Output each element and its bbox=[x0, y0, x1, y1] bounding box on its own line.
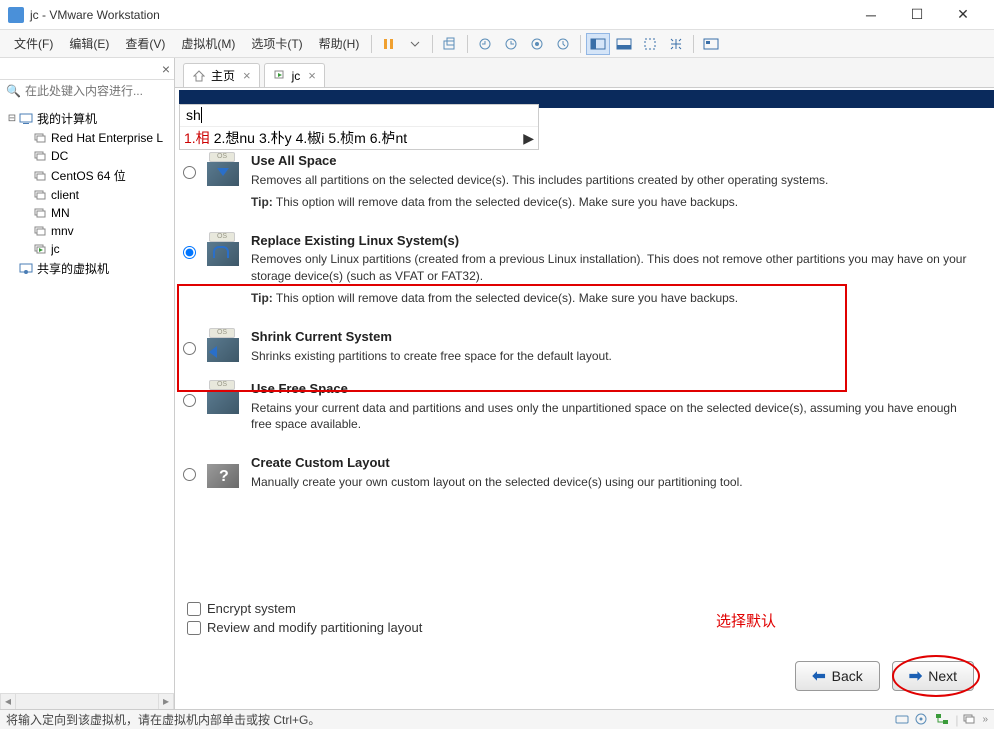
toolbar-thumbnail-button[interactable] bbox=[699, 33, 723, 55]
sidebar-close-icon[interactable]: × bbox=[162, 61, 170, 77]
option-replace-linux[interactable]: OS Replace Existing Linux System(s) Remo… bbox=[183, 228, 986, 324]
use-all-space-icon: OS bbox=[203, 152, 247, 190]
menu-vm[interactable]: 虚拟机(M) bbox=[173, 31, 243, 56]
option-create-custom[interactable]: ? Create Custom Layout Manually create y… bbox=[183, 450, 986, 510]
ime-candidate-window: sh 1.相 2.想nu 3.朴y 4.椒i 5.桢m 6.栌nt ▶ bbox=[179, 104, 539, 150]
tab-jc[interactable]: jc × bbox=[264, 63, 325, 87]
vm-icon bbox=[32, 188, 48, 202]
shared-icon bbox=[18, 262, 34, 276]
statusbar: 将输入定向到该虚拟机，请在虚拟机内部单击或按 Ctrl+G。 | » bbox=[0, 709, 994, 729]
radio-replace-linux[interactable] bbox=[183, 246, 196, 259]
library-sidebar: × 🔍 ▾ ⊟ 我的计算机 Red Hat Enterprise L DC Ce… bbox=[0, 58, 175, 709]
status-input-icon[interactable] bbox=[962, 713, 978, 727]
tree-vm-dc[interactable]: DC bbox=[2, 147, 172, 165]
ime-next-page-icon[interactable]: ▶ bbox=[523, 130, 534, 147]
tree-vm-mn[interactable]: MN bbox=[2, 204, 172, 222]
toolbar-manage-button[interactable] bbox=[525, 33, 549, 55]
option-use-all-space[interactable]: OS Use All Space Removes all partitions … bbox=[183, 148, 986, 228]
toolbar-fullscreen-button[interactable] bbox=[612, 33, 636, 55]
ime-candidates[interactable]: 1.相 2.想nu 3.朴y 4.椒i 5.桢m 6.栌nt ▶ bbox=[180, 127, 538, 149]
toolbar-clock-button[interactable] bbox=[551, 33, 575, 55]
menubar: 文件(F) 编辑(E) 查看(V) 虚拟机(M) 选项卡(T) 帮助(H) bbox=[0, 30, 994, 58]
computer-icon bbox=[18, 112, 34, 126]
toolbar-dropdown-button[interactable] bbox=[403, 33, 427, 55]
home-icon bbox=[192, 69, 206, 83]
toolbar-snapshot-button[interactable] bbox=[438, 33, 462, 55]
menu-help[interactable]: 帮助(H) bbox=[311, 31, 368, 56]
status-network-icon[interactable] bbox=[935, 713, 951, 727]
menu-file[interactable]: 文件(F) bbox=[6, 31, 61, 56]
sidebar-search-input[interactable] bbox=[25, 84, 180, 98]
vm-console[interactable]: sh 1.相 2.想nu 3.朴y 4.椒i 5.桢m 6.栌nt ▶ OS bbox=[175, 88, 994, 709]
close-button[interactable]: ✕ bbox=[940, 0, 986, 30]
status-expand-icon[interactable]: » bbox=[982, 714, 988, 725]
back-arrow-icon: ⬅ bbox=[812, 666, 825, 686]
window-title: jc - VMware Workstation bbox=[30, 8, 848, 22]
toolbar-revert-button[interactable] bbox=[473, 33, 497, 55]
vm-running-icon bbox=[273, 69, 287, 83]
maximize-button[interactable]: ☐ bbox=[894, 0, 940, 30]
vm-icon bbox=[32, 169, 48, 183]
tree-vm-jc[interactable]: jc bbox=[2, 240, 172, 258]
checkbox-review-row[interactable]: Review and modify partitioning layout bbox=[187, 620, 422, 635]
tab-home-close-icon[interactable]: × bbox=[243, 68, 251, 83]
tree-shared-vms[interactable]: ⊟共享的虚拟机 bbox=[2, 258, 172, 279]
ime-composition: sh bbox=[180, 105, 538, 127]
checkbox-review[interactable] bbox=[187, 621, 201, 635]
statusbar-message: 将输入定向到该虚拟机，请在虚拟机内部单击或按 Ctrl+G。 bbox=[6, 711, 895, 728]
radio-use-all-space[interactable] bbox=[183, 166, 196, 179]
status-disk-icon[interactable] bbox=[895, 713, 911, 727]
toolbar-stretch-button[interactable] bbox=[664, 33, 688, 55]
next-arrow-icon: ➡ bbox=[909, 666, 922, 686]
tree-vm-centos[interactable]: CentOS 64 位 bbox=[2, 165, 172, 186]
search-icon: 🔍 bbox=[6, 84, 21, 98]
radio-shrink-current[interactable] bbox=[183, 342, 196, 355]
vm-icon bbox=[32, 206, 48, 220]
vm-tree: ⊟ 我的计算机 Red Hat Enterprise L DC CentOS 6… bbox=[0, 102, 174, 693]
next-button[interactable]: ➡Next bbox=[892, 661, 974, 691]
vm-icon bbox=[32, 224, 48, 238]
vm-icon bbox=[32, 149, 48, 163]
back-button[interactable]: ⬅Back bbox=[795, 661, 880, 691]
tree-vm-redhat[interactable]: Red Hat Enterprise L bbox=[2, 129, 172, 147]
window-titlebar: jc - VMware Workstation ─ ☐ ✕ bbox=[0, 0, 994, 30]
menu-view[interactable]: 查看(V) bbox=[117, 31, 173, 56]
checkbox-encrypt[interactable] bbox=[187, 602, 201, 616]
menu-edit[interactable]: 编辑(E) bbox=[61, 31, 117, 56]
toolbar-console-view-button[interactable] bbox=[586, 33, 610, 55]
annotation-text: 选择默认 bbox=[716, 610, 776, 631]
toolbar-pause-button[interactable] bbox=[377, 33, 401, 55]
status-cd-icon[interactable] bbox=[915, 713, 931, 727]
toolbar-unity-button[interactable] bbox=[638, 33, 662, 55]
vm-icon bbox=[32, 131, 48, 145]
sidebar-search: 🔍 ▾ bbox=[0, 80, 174, 102]
free-space-icon: OS bbox=[203, 380, 247, 418]
sidebar-hscrollbar[interactable]: ◂▸ bbox=[0, 693, 174, 709]
menu-tabs[interactable]: 选项卡(T) bbox=[243, 31, 310, 56]
tab-jc-close-icon[interactable]: × bbox=[308, 68, 316, 83]
disk-layout-chooser: OS Use All Space Removes all partitions … bbox=[183, 148, 986, 709]
tree-vm-mnv[interactable]: mnv bbox=[2, 222, 172, 240]
tree-vm-client[interactable]: client bbox=[2, 186, 172, 204]
option-use-free-space[interactable]: OS Use Free Space Retains your current d… bbox=[183, 376, 986, 450]
content-area: 主页 × jc × sh 1.相 2.想nu 3.朴y 4.椒i 5.桢m bbox=[175, 58, 994, 709]
toolbar-snapshot2-button[interactable] bbox=[499, 33, 523, 55]
radio-create-custom[interactable] bbox=[183, 468, 196, 481]
app-icon bbox=[8, 7, 24, 23]
radio-use-free-space[interactable] bbox=[183, 394, 196, 407]
checkbox-encrypt-row[interactable]: Encrypt system bbox=[187, 601, 422, 616]
replace-linux-icon: OS bbox=[203, 232, 247, 270]
tab-bar: 主页 × jc × bbox=[175, 58, 994, 88]
option-shrink-current[interactable]: OS Shrink Current System Shrinks existin… bbox=[183, 324, 986, 376]
shrink-icon: OS bbox=[203, 328, 247, 366]
minimize-button[interactable]: ─ bbox=[848, 0, 894, 30]
tab-home[interactable]: 主页 × bbox=[183, 63, 260, 87]
tree-root-mycomputer[interactable]: ⊟ 我的计算机 bbox=[2, 108, 172, 129]
vm-running-icon bbox=[32, 242, 48, 256]
custom-layout-icon: ? bbox=[203, 454, 247, 492]
